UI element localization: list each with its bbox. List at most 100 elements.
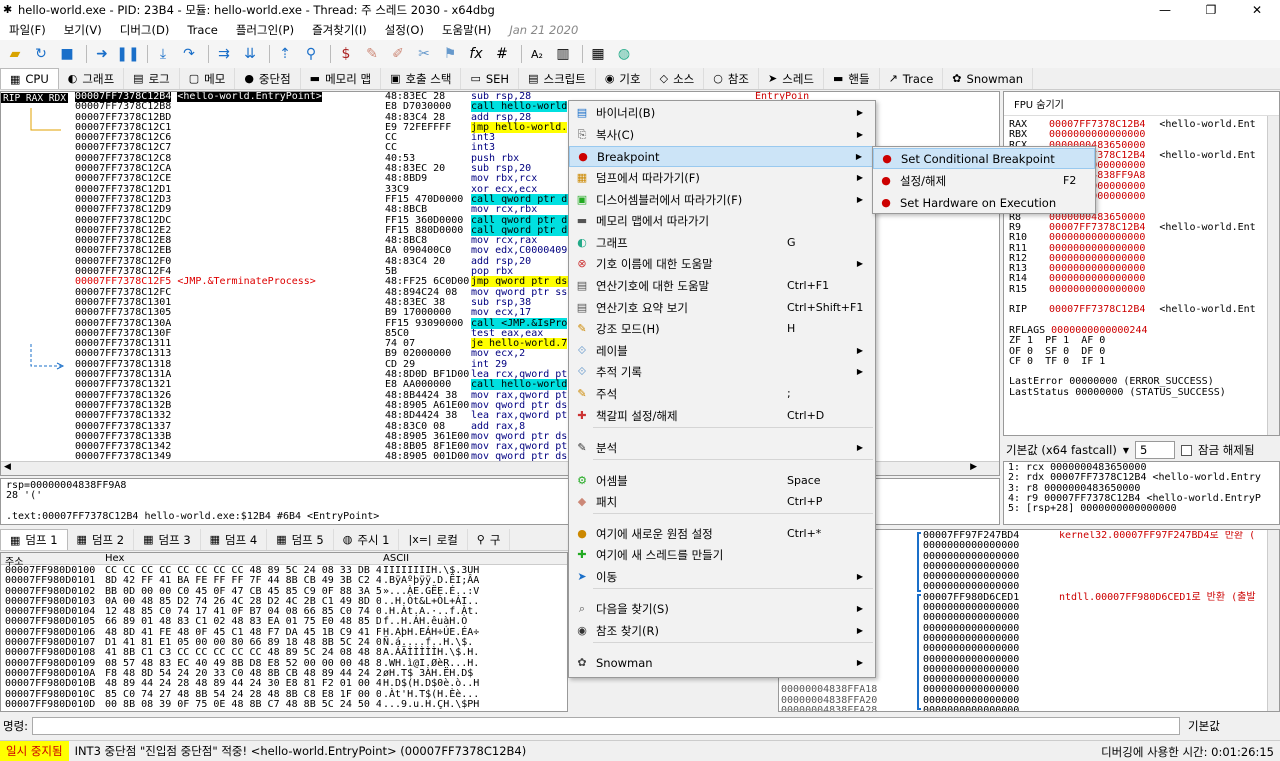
minimize-button[interactable]: — — [1142, 0, 1188, 20]
functions-icon[interactable]: fx — [465, 43, 487, 65]
tab-12[interactable]: ➤ 스레드 — [759, 68, 824, 89]
font-icon[interactable]: A₂ — [526, 43, 548, 65]
context-menu-item-13[interactable]: ✎ 주석; — [569, 383, 875, 404]
dump-tab-7[interactable]: ⚲ 구 — [468, 529, 511, 550]
context-menu-item-19[interactable]: ✚ 여기에 새 스레드를 만들기 — [569, 544, 875, 565]
patch-icon[interactable]: ✎ — [361, 43, 383, 65]
dropdown-icon[interactable]: ▼ — [1123, 446, 1129, 455]
trace-over-icon[interactable]: ⇊ — [239, 43, 261, 65]
context-menu-item-9[interactable]: ▤ 연산기호 요약 보기 Ctrl+Shift+F1 — [569, 297, 875, 318]
trace-into-icon[interactable]: ⇉ — [213, 43, 235, 65]
open-icon[interactable]: ▰ — [4, 43, 26, 65]
menu-help[interactable]: 도움말(H) — [433, 22, 500, 38]
run-to-user-code-icon[interactable]: ⚲ — [300, 43, 322, 65]
tab-6[interactable]: ▣ 호출 스택 — [381, 68, 462, 89]
dump-tab-4[interactable]: ▦ 덤프 5 — [267, 529, 334, 550]
context-menu-item-17[interactable]: ◆ 패치 Ctrl+P — [569, 491, 875, 512]
menu-file[interactable]: 파일(F) — [0, 22, 55, 38]
command-mode-select[interactable]: 기본값 — [1188, 718, 1220, 734]
callconv-select[interactable]: 기본값 (x64 fastcall) — [1006, 442, 1117, 458]
context-menu-item-5[interactable]: ▬ 메모리 맵에서 따라가기 — [569, 210, 875, 231]
lock-checkbox[interactable] — [1180, 444, 1192, 456]
context-menu-item-23[interactable]: ✿ Snowman ▶ — [569, 652, 875, 673]
context-menu-item-15[interactable]: ✎ 분석 ▶ — [569, 437, 875, 458]
menu-trace[interactable]: Trace — [178, 23, 227, 37]
restart-icon[interactable]: ↻ — [30, 43, 52, 65]
context-menu-item-18[interactable]: ● 여기에 새로운 원점 설정 Ctrl+* — [569, 523, 875, 544]
hash-icon[interactable]: # — [491, 43, 513, 65]
stack-scrollbar[interactable] — [1267, 530, 1279, 711]
globe-icon[interactable]: ◍ — [613, 43, 635, 65]
tab-1[interactable]: ◐ 그래프 — [59, 68, 125, 89]
comments-icon[interactable]: ✐ — [387, 43, 409, 65]
menu-view[interactable]: 보기(V) — [55, 22, 111, 38]
registers-view[interactable]: FPU 숨기기 RAX 00007FF7378C12B4 <hello-world… — [1003, 91, 1280, 436]
run-icon[interactable]: ➜ — [91, 43, 113, 65]
scylla-icon[interactable]: $ — [335, 43, 357, 65]
context-menu-item-4[interactable]: ▣ 디스어셈블러에서 따라가기(F) ▶ — [569, 189, 875, 210]
register-line[interactable]: R15 0000000000000000 — [1009, 284, 1279, 295]
arg-count-spinner[interactable]: 5 — [1134, 441, 1175, 459]
dump-view[interactable]: 주소 Hex ASCII 00007FF980D0100 00007FF980D0… — [0, 552, 568, 712]
calculator-icon[interactable]: ▦ — [587, 43, 609, 65]
tab-0[interactable]: ▦ CPU — [0, 68, 59, 89]
tab-10[interactable]: ◇ 소스 — [651, 68, 705, 89]
tab-8[interactable]: ▤ 스크립트 — [519, 68, 596, 89]
stop-icon[interactable]: ■ — [56, 43, 78, 65]
close-button[interactable]: ✕ — [1234, 0, 1280, 20]
tab-2[interactable]: ▤ 로그 — [124, 68, 180, 89]
menu-debug[interactable]: 디버그(D) — [111, 22, 179, 38]
context-menu-item-22[interactable]: ◉ 참조 찾기(R) ▶ — [569, 620, 875, 641]
context-menu-item-8[interactable]: ▤ 연산기호에 대한 도움말 Ctrl+F1 — [569, 275, 875, 296]
tab-3[interactable]: ▢ 메모 — [180, 68, 236, 89]
context-menu-item-12[interactable]: ⟐ 추적 기록 ▶ — [569, 361, 875, 382]
tab-7[interactable]: ▭ SEH — [461, 68, 520, 89]
context-menu-item-20[interactable]: ➤ 이동 ▶ — [569, 566, 875, 587]
dump-tab-5[interactable]: ◍ 주시 1 — [334, 529, 400, 550]
tab-5[interactable]: ▬ 메모리 맵 — [301, 68, 382, 89]
argument-line[interactable]: 5: [rsp+28] 0000000000000000 — [1008, 503, 1275, 514]
step-over-icon[interactable]: ↷ — [178, 43, 200, 65]
maximize-button[interactable]: ❐ — [1188, 0, 1234, 20]
dump-tab-1[interactable]: ▦ 덤프 2 — [68, 529, 135, 550]
context-menu-item-2[interactable]: ● Breakpoint ▶ — [569, 146, 875, 167]
menu-options[interactable]: 설정(O) — [376, 22, 433, 38]
register-line[interactable]: LastStatus 00000000 (STATUS_SUCCESS) — [1009, 387, 1279, 398]
tab-11[interactable]: ○ 참조 — [704, 68, 760, 89]
step-into-icon[interactable]: ⤓ — [152, 43, 174, 65]
arguments-view[interactable]: 1: rcx 0000000483650000 2: rdx 00007FF737… — [1003, 461, 1280, 525]
context-menu-item-16[interactable]: ⚙ 어셈블 Space — [569, 470, 875, 491]
context-menu-item-1[interactable]: ⎘ 복사(C) ▶ — [569, 124, 875, 145]
submenu-item-1[interactable]: ● 설정/해제 F2 — [873, 170, 1095, 191]
context-menu-item-3[interactable]: ▦ 덤프에서 따라가기(F) ▶ — [569, 167, 875, 188]
context-menu-item-6[interactable]: ◐ 그래프 G — [569, 232, 875, 253]
context-menu-item-7[interactable]: ⊗ 기호 이름에 대한 도움말 ▶ — [569, 253, 875, 274]
dump-tab-3[interactable]: ▦ 덤프 4 — [201, 529, 268, 550]
tab-9[interactable]: ◉ 기호 — [596, 68, 651, 89]
clipboard-icon[interactable]: ▥ — [552, 43, 574, 65]
command-input[interactable] — [32, 717, 1181, 735]
register-line[interactable]: ZF 1 PF 1 AF 0 — [1009, 335, 1279, 346]
dump-tab-2[interactable]: ▦ 덤프 3 — [134, 529, 201, 550]
bookmarks-icon[interactable]: ⚑ — [439, 43, 461, 65]
submenu-item-2[interactable]: ● Set Hardware on Execution — [873, 192, 1095, 213]
registers-scrollbar[interactable] — [1267, 116, 1279, 435]
menu-favourites[interactable]: 즐겨찾기(I) — [303, 22, 376, 38]
dump-tab-6[interactable]: |x=| 로컬 — [399, 529, 468, 550]
context-menu-item-11[interactable]: ⟐ 레이블 ▶ — [569, 340, 875, 361]
scroll-left-icon[interactable]: ◀ — [4, 462, 11, 472]
pause-icon[interactable]: ❚❚ — [116, 43, 139, 65]
context-menu-item-21[interactable]: ⌕ 다음을 찾기(S) ▶ — [569, 598, 875, 619]
context-menu-item-14[interactable]: ✚ 책갈피 설정/해제 Ctrl+D — [569, 405, 875, 426]
tab-4[interactable]: ● 중단점 — [235, 68, 301, 89]
register-line[interactable]: CF 0 TF 0 IF 1 — [1009, 356, 1279, 367]
tab-14[interactable]: ↗ Trace — [880, 68, 944, 89]
context-menu-item-0[interactable]: ▤ 바이너리(B) ▶ — [569, 102, 875, 123]
execute-till-return-icon[interactable]: ⇡ — [274, 43, 296, 65]
labels-icon[interactable]: ✂ — [413, 43, 435, 65]
scroll-right-icon[interactable]: ▶ — [970, 462, 977, 472]
context-menu-item-10[interactable]: ✎ 강조 모드(H) H — [569, 318, 875, 339]
tab-13[interactable]: ▬ 핸들 — [824, 68, 880, 89]
submenu-item-0[interactable]: ● Set Conditional Breakpoint — [873, 148, 1095, 169]
fpu-toggle[interactable]: FPU 숨기기 — [1004, 92, 1279, 116]
